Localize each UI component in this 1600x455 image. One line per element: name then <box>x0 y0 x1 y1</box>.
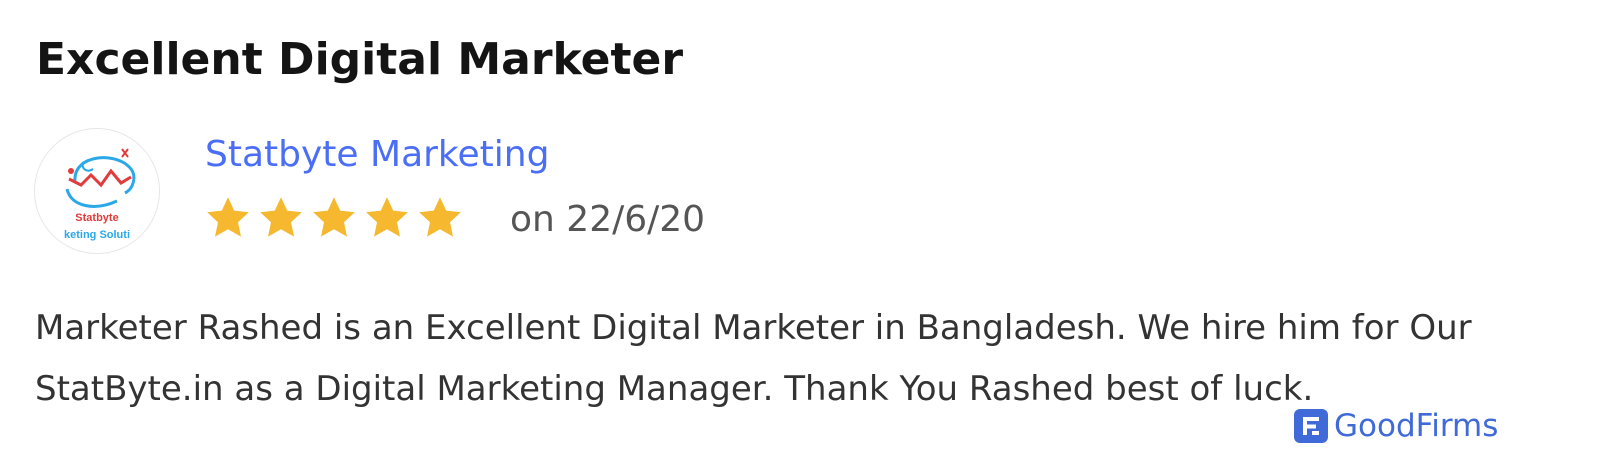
review-title: Excellent Digital Marketer <box>36 34 684 85</box>
goodfirms-label: GoodFirms <box>1334 408 1499 444</box>
star-icon <box>313 197 355 237</box>
goodfirms-logo-icon <box>1294 409 1328 443</box>
goodfirms-link[interactable]: GoodFirms <box>1294 406 1498 446</box>
star-rating <box>204 194 464 242</box>
avatar-logo-line-2: keting Soluti <box>64 229 130 241</box>
review-date: on 22/6/20 <box>510 199 706 240</box>
reviewer-avatar: Statbyte keting Soluti <box>34 128 160 254</box>
avatar-logo-line-1: Statbyte <box>75 212 118 224</box>
star-icon <box>260 197 302 237</box>
star-icon <box>366 197 408 237</box>
star-icon <box>419 197 461 237</box>
review-body: Marketer Rashed is an Excellent Digital … <box>35 308 1472 409</box>
review-card: Excellent Digital Marketer Statbyte keti… <box>0 0 1600 455</box>
star-icon <box>207 197 249 237</box>
statbyte-logo-icon: Statbyte keting Soluti <box>35 129 159 253</box>
reviewer-name-link[interactable]: Statbyte Marketing <box>205 130 549 180</box>
